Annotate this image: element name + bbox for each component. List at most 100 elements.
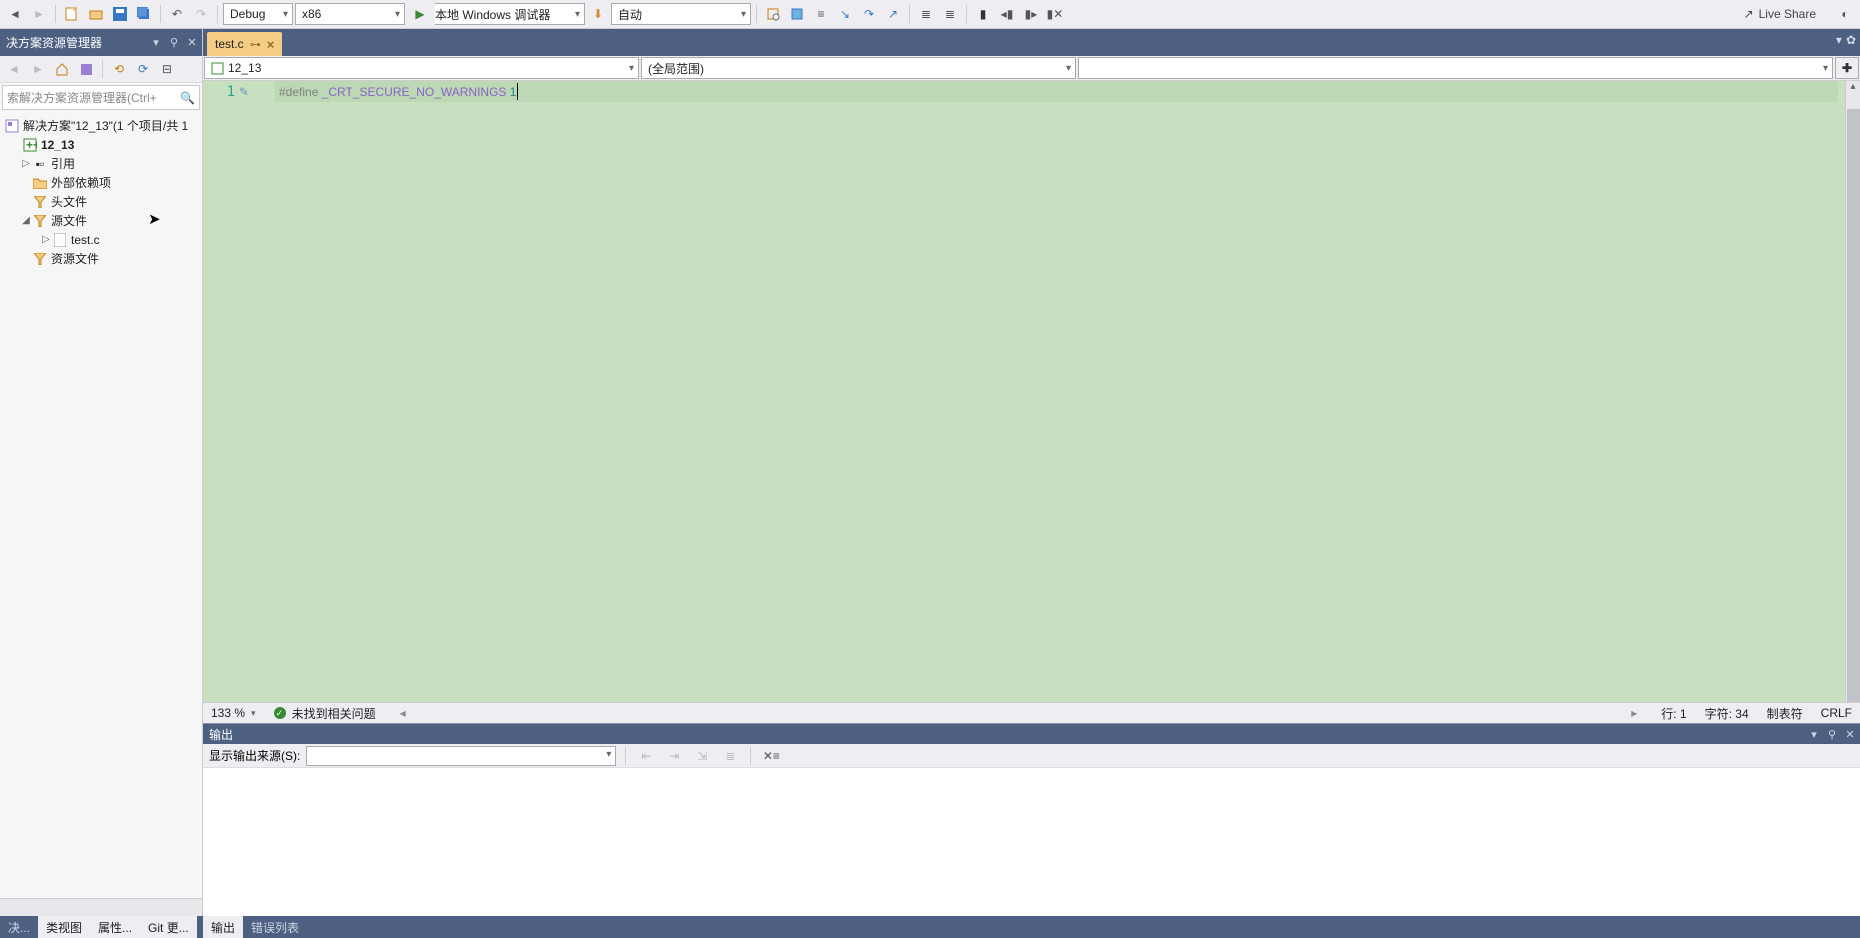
panel-menu-icon[interactable]: ▾: [1806, 728, 1822, 741]
bookmark-clear-icon[interactable]: ▮✕: [1044, 3, 1066, 25]
se-back-icon[interactable]: ◄: [3, 58, 25, 80]
config-combo[interactable]: Debug: [223, 3, 293, 25]
scroll-up-icon[interactable]: ▴: [1846, 81, 1860, 95]
output-title: 输出: [209, 726, 233, 743]
solution-explorer-search[interactable]: 索解决方案资源管理器(Ctrl+ 🔍: [2, 85, 200, 110]
indent-left-icon[interactable]: ≣: [915, 3, 937, 25]
nav-project-combo[interactable]: 12_13: [204, 57, 639, 79]
tab-properties[interactable]: 属性...: [90, 916, 140, 938]
tab-solution-short[interactable]: 决...: [0, 916, 38, 938]
pin-icon[interactable]: ⊶: [250, 38, 261, 51]
panel-close-icon[interactable]: ✕: [184, 36, 200, 49]
se-hscroll[interactable]: [0, 898, 202, 916]
expand-icon[interactable]: ▷: [40, 234, 52, 245]
fire-icon[interactable]: ⬇: [587, 3, 609, 25]
line-number: 1: [203, 81, 239, 702]
step-out-icon[interactable]: ↗: [882, 3, 904, 25]
editor-tabstrip: test.c ⊶ × ▾ ✿: [203, 29, 1860, 56]
folder-icon: [32, 175, 48, 191]
save-all-button[interactable]: [133, 3, 155, 25]
solution-icon: [4, 118, 20, 134]
panel-menu-icon[interactable]: ▾: [148, 36, 164, 49]
step-over-icon[interactable]: ↷: [858, 3, 880, 25]
se-refresh-icon[interactable]: ⟳: [132, 58, 154, 80]
tree-project-row[interactable]: ++ 12_13: [0, 135, 202, 154]
refs-icon: ▪▫: [32, 156, 48, 172]
panel-close-icon[interactable]: ✕: [1842, 728, 1858, 741]
auto-combo[interactable]: 自动: [611, 3, 751, 25]
main-toolbar: ◄ ► ↶ ↷ Debug x86 ▶ 本地 Windows 调试器 ⬇ 自动 …: [0, 0, 1860, 29]
vertical-scrollbar[interactable]: ▴ ▾: [1845, 81, 1860, 702]
step-into-icon[interactable]: ↘: [834, 3, 856, 25]
platform-combo[interactable]: x86: [295, 3, 405, 25]
nav-member-combo[interactable]: [1078, 57, 1833, 79]
project-icon: ++: [22, 137, 38, 153]
panel-pin-icon[interactable]: ⚲: [166, 36, 182, 49]
redo-button[interactable]: ↷: [190, 3, 212, 25]
tab-testc[interactable]: test.c ⊶ ×: [207, 32, 282, 56]
nav-scope-combo[interactable]: (全局范围): [641, 57, 1076, 79]
editor-body[interactable]: 1 ✎ #define _CRT_SECURE_NO_WARNINGS 1 ▴ …: [203, 81, 1860, 702]
clear-icon[interactable]: ⇲: [691, 745, 713, 767]
se-fwd-icon[interactable]: ►: [27, 58, 49, 80]
tree-ext-row[interactable]: 外部依赖项: [0, 173, 202, 192]
tool-2-icon[interactable]: [786, 3, 808, 25]
clear-all-icon[interactable]: ✕≡: [760, 745, 782, 767]
tool-1-icon[interactable]: [762, 3, 784, 25]
tree-headers-row[interactable]: 头文件: [0, 192, 202, 211]
bookmark-next-icon[interactable]: ▮▸: [1020, 3, 1042, 25]
tree-solution-row[interactable]: 解决方案"12_13"(1 个项目/共 1: [0, 116, 202, 135]
start-debug-button[interactable]: ▶: [409, 3, 431, 25]
code-line-1[interactable]: #define _CRT_SECURE_NO_WARNINGS 1: [275, 81, 1838, 102]
collapse-icon[interactable]: ◢: [20, 215, 32, 226]
nav-back-button[interactable]: ◄: [4, 3, 26, 25]
goto-prev-icon[interactable]: ⇤: [635, 745, 657, 767]
tree-resources-row[interactable]: 资源文件: [0, 249, 202, 268]
hscroll-right-icon[interactable]: ▸: [1631, 706, 1637, 720]
tree-sources-row[interactable]: ◢ 源文件: [0, 211, 202, 230]
tab-overflow-icon[interactable]: ▾: [1836, 33, 1842, 47]
solution-explorer-panel: 决方案资源管理器 ▾ ⚲ ✕ ◄ ► ⟲ ⟳ ⊟ 索解决方案资源管理器(Ctrl…: [0, 29, 203, 916]
tab-classview[interactable]: 类视图: [38, 916, 90, 938]
goto-next-icon[interactable]: ⇥: [663, 745, 685, 767]
expand-icon[interactable]: ▷: [20, 158, 32, 169]
undo-button[interactable]: ↶: [166, 3, 188, 25]
debugger-combo[interactable]: 本地 Windows 调试器: [435, 3, 585, 25]
liveshare-button[interactable]: ↗ Live Share: [1734, 7, 1826, 21]
hscroll-left-icon[interactable]: ◂: [400, 706, 406, 720]
scroll-thumb[interactable]: [1847, 109, 1860, 702]
new-item-button[interactable]: [61, 3, 83, 25]
nav-project-label: 12_13: [228, 61, 261, 75]
edit-indicator-icon: ✎: [239, 81, 249, 702]
save-button[interactable]: [109, 3, 131, 25]
se-sync-icon[interactable]: ⟲: [108, 58, 130, 80]
nav-fwd-button[interactable]: ►: [28, 3, 50, 25]
editor-column: test.c ⊶ × ▾ ✿ 12_13 (全局范围) ✚ 1: [203, 29, 1860, 916]
bookmark-prev-icon[interactable]: ◂▮: [996, 3, 1018, 25]
panel-pin-icon[interactable]: ⚲: [1824, 728, 1840, 741]
editor-background: [203, 81, 1845, 702]
zoom-combo[interactable]: 133 % ▾: [211, 706, 256, 720]
open-button[interactable]: [85, 3, 107, 25]
split-add-button[interactable]: ✚: [1835, 57, 1859, 79]
se-switch-icon[interactable]: [75, 58, 97, 80]
close-tab-icon[interactable]: ×: [267, 37, 275, 52]
se-home-icon[interactable]: [51, 58, 73, 80]
tab-git[interactable]: Git 更...: [140, 916, 197, 938]
tab-error-list[interactable]: 错误列表: [243, 916, 307, 938]
nav-scope-label: (全局范围): [648, 60, 704, 77]
output-body[interactable]: [203, 768, 1860, 916]
tab-output[interactable]: 输出: [203, 916, 243, 938]
indent-right-icon[interactable]: ≣: [939, 3, 961, 25]
output-source-combo[interactable]: [306, 746, 616, 766]
account-icon[interactable]: ◐: [1834, 3, 1856, 25]
se-collapse-icon[interactable]: ⊟: [156, 58, 178, 80]
bookmark-icon[interactable]: ▮: [972, 3, 994, 25]
ext-label: 外部依赖项: [51, 174, 111, 191]
wordwrap-icon[interactable]: ≣: [719, 745, 741, 767]
tool-3-icon[interactable]: ≡: [810, 3, 832, 25]
tree-refs-row[interactable]: ▷ ▪▫ 引用: [0, 154, 202, 173]
tree-testc-row[interactable]: ▷ test.c: [0, 230, 202, 249]
tab-settings-icon[interactable]: ✿: [1846, 33, 1856, 47]
keyword: #define: [279, 85, 318, 99]
